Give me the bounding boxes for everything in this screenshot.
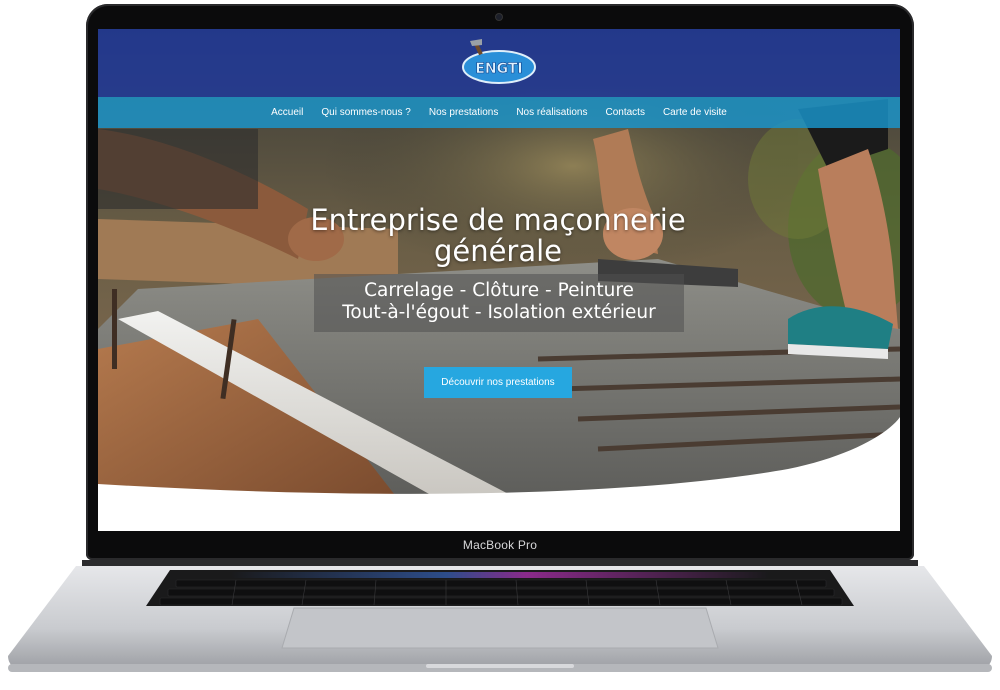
keyboard-image bbox=[8, 560, 992, 672]
nav-item-contacts[interactable]: Contacts bbox=[596, 107, 653, 118]
hero-subtitle-line-2: Tout-à-l'égout - Isolation extérieur bbox=[342, 302, 656, 323]
hero-title-line-2: générale bbox=[433, 234, 563, 268]
device-brand-label: MacBook Pro bbox=[462, 538, 538, 552]
hero-title: Entreprise de maçonnerie générale bbox=[248, 205, 748, 267]
hero-subtitle-line-1: Carrelage - Clôture - Peinture bbox=[364, 280, 634, 301]
main-nav: Accueil Qui sommes-nous ? Nos prestation… bbox=[98, 97, 900, 128]
nav-item-nos-realisations[interactable]: Nos réalisations bbox=[507, 107, 596, 118]
laptop-base bbox=[6, 560, 994, 676]
site-header: ENGTI bbox=[98, 29, 900, 97]
nav-item-qui-sommes-nous[interactable]: Qui sommes-nous ? bbox=[312, 107, 419, 118]
website-screen: ENGTI Accueil Qui sommes-nous ? Nos pres… bbox=[98, 29, 900, 531]
camera-icon bbox=[496, 14, 502, 20]
nav-item-carte-de-visite[interactable]: Carte de visite bbox=[654, 107, 736, 118]
device-mockup: ENGTI Accueil Qui sommes-nous ? Nos pres… bbox=[0, 0, 1000, 690]
nav-item-nos-prestations[interactable]: Nos prestations bbox=[420, 107, 507, 118]
nav-item-accueil[interactable]: Accueil bbox=[262, 107, 312, 118]
site-logo[interactable]: ENGTI bbox=[460, 35, 538, 91]
discover-services-button[interactable]: Découvrir nos prestations bbox=[424, 367, 572, 398]
logo-text: ENGTI bbox=[475, 61, 522, 77]
hero-title-line-1: Entreprise de maçonnerie bbox=[310, 203, 686, 237]
logo-image: ENGTI bbox=[462, 39, 536, 84]
